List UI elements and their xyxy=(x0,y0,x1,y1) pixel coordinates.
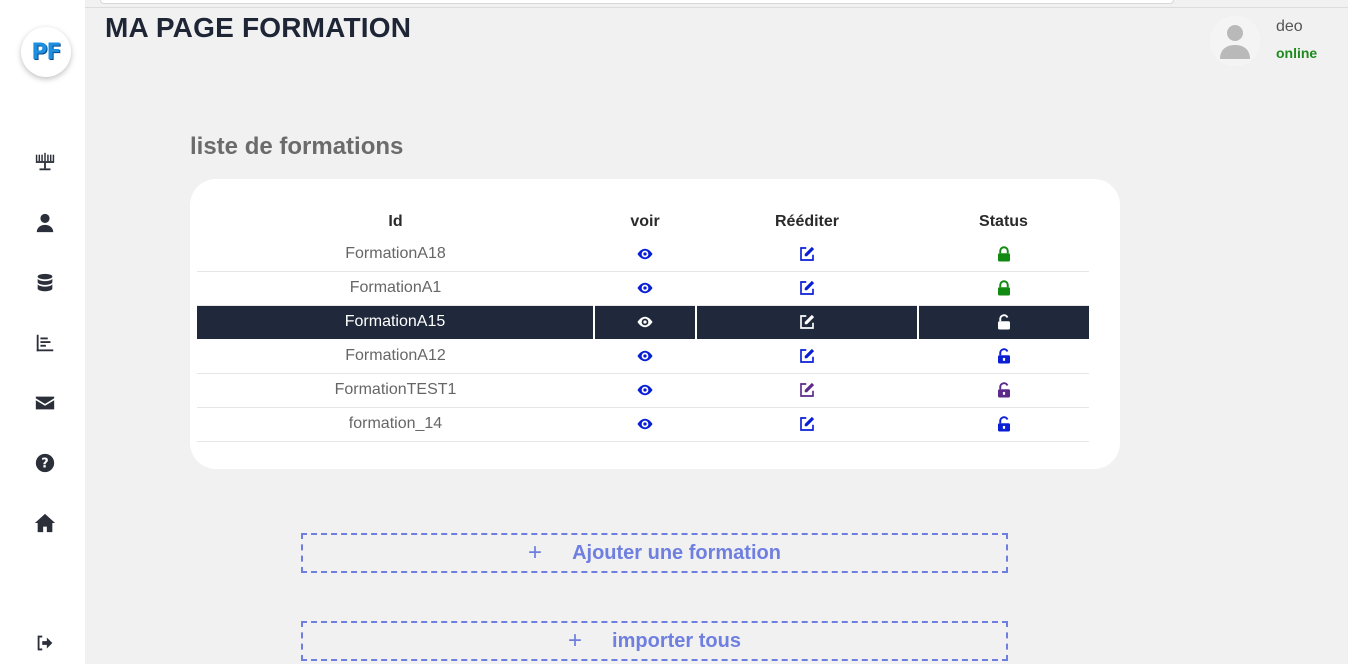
formation-id[interactable]: FormationTEST1 xyxy=(197,373,594,408)
eye-icon[interactable] xyxy=(636,313,654,331)
question-icon[interactable]: ? xyxy=(33,451,57,475)
eye-icon[interactable] xyxy=(636,415,654,433)
status-cell xyxy=(918,407,1089,442)
unlock-icon[interactable] xyxy=(995,313,1013,331)
header-voir: voir xyxy=(630,213,660,230)
table-row[interactable]: FormationA1 xyxy=(197,271,1089,306)
voir-cell xyxy=(594,407,696,442)
app-logo[interactable]: PF xyxy=(21,27,71,77)
edit-icon[interactable] xyxy=(798,279,816,297)
header-id: Id xyxy=(388,213,403,230)
plus-icon: + xyxy=(568,627,583,654)
formation-id[interactable]: FormationA12 xyxy=(197,339,594,374)
table-row[interactable]: FormationA18 xyxy=(197,237,1089,272)
section-title: liste de formations xyxy=(190,133,404,160)
avatar[interactable] xyxy=(1210,16,1260,66)
status-cell xyxy=(917,305,1089,340)
edit-cell xyxy=(696,407,918,442)
sidebar: PF ? xyxy=(0,0,85,664)
formations-table: Id voir Rééditer Status FormationA18 Form… xyxy=(197,207,1089,442)
voir-cell xyxy=(594,271,696,306)
voir-cell xyxy=(594,373,696,408)
add-formation-button[interactable]: + Ajouter une formation xyxy=(301,533,1008,573)
formations-card: Id voir Rééditer Status FormationA18 Form… xyxy=(190,179,1120,469)
import-all-label: importer tous xyxy=(612,629,741,652)
status-cell xyxy=(918,373,1089,408)
table-row[interactable]: FormationTEST1 xyxy=(197,373,1089,408)
header-reediter: Rééditer xyxy=(774,213,840,230)
edit-cell xyxy=(696,339,918,374)
envelope-icon[interactable] xyxy=(33,391,57,415)
menorah-icon[interactable] xyxy=(33,150,57,174)
table-header: Id voir Rééditer Status xyxy=(197,207,1089,237)
formation-id[interactable]: FormationA15 xyxy=(197,305,594,340)
edit-icon[interactable] xyxy=(798,245,816,263)
header-status: Status xyxy=(979,213,1028,230)
edit-cell xyxy=(696,237,918,272)
table-row[interactable]: formation_14 xyxy=(197,407,1089,442)
edit-cell xyxy=(695,305,918,340)
lock-icon[interactable] xyxy=(995,245,1013,263)
status-cell xyxy=(918,237,1089,272)
unlock-icon[interactable] xyxy=(995,347,1013,365)
svg-text:?: ? xyxy=(41,457,48,472)
voir-cell xyxy=(594,237,696,272)
edit-cell xyxy=(696,373,918,408)
user-icon[interactable] xyxy=(33,211,57,235)
formation-id[interactable]: formation_14 xyxy=(197,407,594,442)
table-row[interactable]: FormationA12 xyxy=(197,339,1089,374)
formation-id[interactable]: FormationA18 xyxy=(197,237,594,272)
browser-top-strip xyxy=(0,0,1348,8)
plus-icon: + xyxy=(528,539,543,566)
unlock-icon[interactable] xyxy=(995,381,1013,399)
edit-cell xyxy=(696,271,918,306)
edit-icon[interactable] xyxy=(798,381,816,399)
user-panel[interactable]: deo online xyxy=(1210,16,1340,66)
voir-cell xyxy=(593,305,696,340)
database-icon[interactable] xyxy=(33,271,57,295)
add-formation-label: Ajouter une formation xyxy=(572,541,781,564)
user-status: online xyxy=(1276,45,1318,61)
edit-icon[interactable] xyxy=(798,313,816,331)
logout-icon[interactable] xyxy=(33,631,57,655)
table-row[interactable]: FormationA15 xyxy=(197,305,1089,340)
eye-icon[interactable] xyxy=(636,279,654,297)
formation-id[interactable]: FormationA1 xyxy=(197,271,594,306)
edit-icon[interactable] xyxy=(798,415,816,433)
top-tab-strip xyxy=(100,0,1174,4)
status-cell xyxy=(918,271,1089,306)
edit-icon[interactable] xyxy=(798,347,816,365)
user-name: deo xyxy=(1276,18,1303,35)
eye-icon[interactable] xyxy=(636,245,654,263)
eye-icon[interactable] xyxy=(636,347,654,365)
eye-icon[interactable] xyxy=(636,381,654,399)
chart-icon[interactable] xyxy=(33,331,57,355)
unlock-icon[interactable] xyxy=(995,415,1013,433)
voir-cell xyxy=(594,339,696,374)
import-all-button[interactable]: + importer tous xyxy=(301,621,1008,661)
home-icon[interactable] xyxy=(33,511,57,535)
page-title: MA PAGE FORMATION xyxy=(105,12,412,43)
lock-icon[interactable] xyxy=(995,279,1013,297)
status-cell xyxy=(918,339,1089,374)
